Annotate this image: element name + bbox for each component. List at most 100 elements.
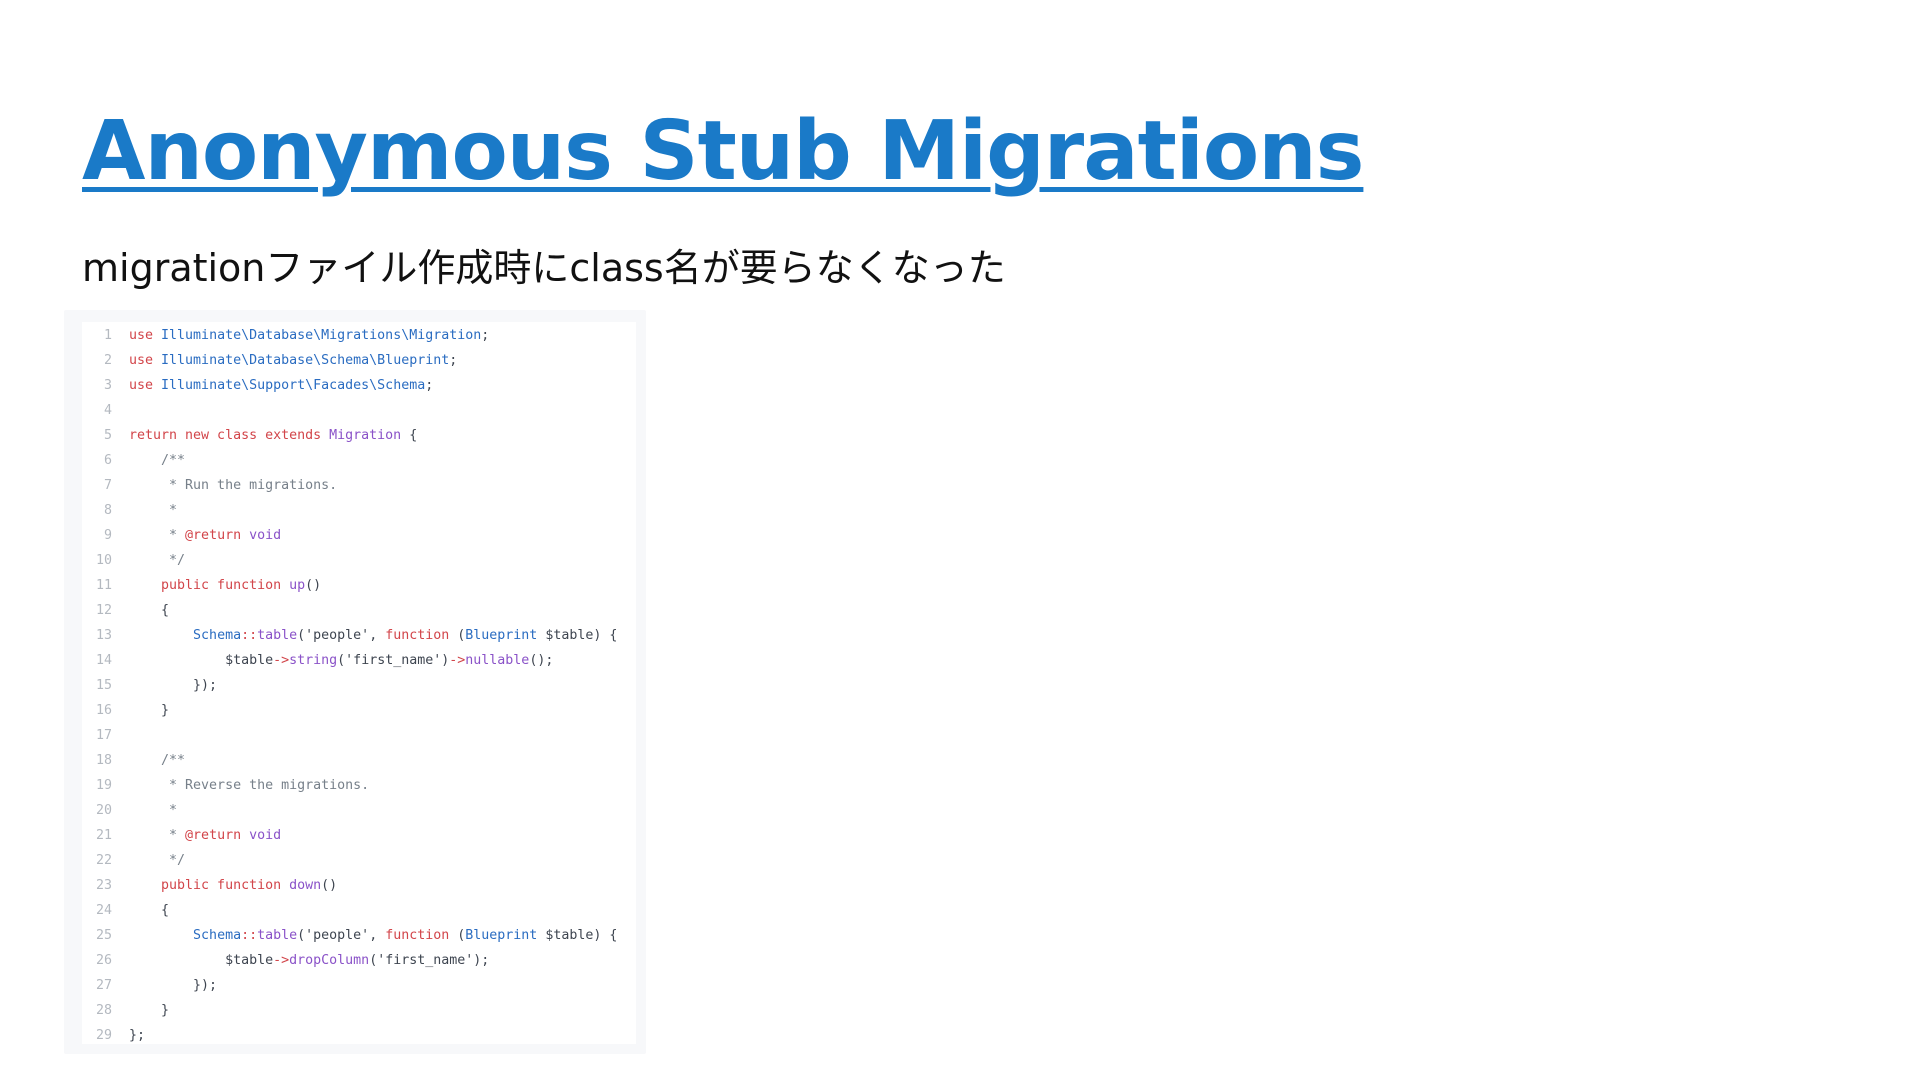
code-token: void bbox=[241, 828, 282, 843]
code-token: () bbox=[305, 578, 322, 593]
code-token: $table bbox=[129, 953, 274, 968]
code-line: 6 /** bbox=[82, 448, 636, 473]
code-text: }); bbox=[129, 978, 217, 993]
code-line: 19 * Reverse the migrations. bbox=[82, 773, 636, 798]
code-token: } bbox=[129, 703, 170, 718]
code-token: () bbox=[321, 878, 338, 893]
line-number: 28 bbox=[95, 1003, 112, 1018]
code-token: ; bbox=[425, 378, 434, 393]
code-text: * Reverse the migrations. bbox=[129, 778, 369, 793]
code-line: 23 public function down() bbox=[82, 873, 636, 898]
code-token: nullable bbox=[465, 653, 530, 668]
code-line: 13 Schema::table('people', function (Blu… bbox=[82, 623, 636, 648]
code-text: use Illuminate\Support\Facades\Schema; bbox=[129, 378, 433, 393]
code-token: -> bbox=[273, 953, 290, 968]
code-token: use bbox=[129, 328, 162, 343]
slide-title[interactable]: Anonymous Stub Migrations bbox=[82, 102, 1364, 202]
code-token: Illuminate\Support\Facades\Schema bbox=[161, 378, 426, 393]
code-token: $table bbox=[129, 653, 274, 668]
line-number: 22 bbox=[95, 853, 112, 868]
code-text: /** bbox=[129, 453, 185, 468]
line-number: 12 bbox=[95, 603, 112, 618]
code-line: 3 use Illuminate\Support\Facades\Schema; bbox=[82, 373, 636, 398]
code-text: * bbox=[129, 803, 177, 818]
code-text: }; bbox=[129, 1028, 145, 1043]
line-number: 25 bbox=[95, 928, 112, 943]
code-text: use Illuminate\Database\Schema\Blueprint… bbox=[129, 353, 457, 368]
code-token: @return bbox=[185, 828, 242, 843]
code-block: 1 use Illuminate\Database\Migrations\Migr… bbox=[82, 322, 636, 1044]
code-token: $table) { bbox=[537, 628, 618, 643]
code-token: ('people', bbox=[297, 628, 386, 643]
code-token: Illuminate\Database\Schema\Blueprint bbox=[161, 353, 450, 368]
code-token: ('first_name') bbox=[337, 653, 450, 668]
code-text: */ bbox=[129, 853, 185, 868]
code-text: Schema::table('people', function (Bluepr… bbox=[129, 628, 617, 643]
code-token: Blueprint bbox=[465, 928, 538, 943]
code-line: 22 */ bbox=[82, 848, 636, 873]
code-token: ( bbox=[449, 628, 466, 643]
code-text: * @return void bbox=[129, 528, 281, 543]
code-line: 2 use Illuminate\Database\Schema\Blueprin… bbox=[82, 348, 636, 373]
code-screenshot: 1 use Illuminate\Database\Migrations\Migr… bbox=[64, 310, 646, 1054]
code-line: 1 use Illuminate\Database\Migrations\Migr… bbox=[82, 323, 636, 348]
line-number: 29 bbox=[95, 1028, 112, 1043]
code-token: :: bbox=[241, 928, 258, 943]
code-text: * @return void bbox=[129, 828, 281, 843]
code-token: -> bbox=[449, 653, 466, 668]
code-line: 9 * @return void bbox=[82, 523, 636, 548]
code-token: Schema bbox=[193, 628, 242, 643]
code-line: 4 bbox=[82, 398, 636, 423]
line-number: 21 bbox=[95, 828, 112, 843]
code-token: table bbox=[257, 628, 298, 643]
line-number: 5 bbox=[103, 428, 112, 443]
code-token: ('people', bbox=[297, 928, 386, 943]
code-line: 14 $table->string('first_name')->nullabl… bbox=[82, 648, 636, 673]
line-number: 17 bbox=[95, 728, 112, 743]
code-line: 26 $table->dropColumn('first_name'); bbox=[82, 948, 636, 973]
code-token: public function bbox=[129, 578, 290, 593]
code-line: 8 * bbox=[82, 498, 636, 523]
code-token: Blueprint bbox=[465, 628, 538, 643]
code-line: 17 bbox=[82, 723, 636, 748]
code-token: return new class extends bbox=[129, 428, 330, 443]
code-token: ('first_name'); bbox=[369, 953, 490, 968]
code-token: down bbox=[289, 878, 322, 893]
code-text: * Run the migrations. bbox=[129, 478, 337, 493]
code-line: 21 * @return void bbox=[82, 823, 636, 848]
line-number: 4 bbox=[103, 403, 112, 418]
code-token: } bbox=[129, 1003, 170, 1018]
code-token: /** bbox=[129, 753, 186, 768]
code-line: 11 public function up() bbox=[82, 573, 636, 598]
code-line: 27 }); bbox=[82, 973, 636, 998]
code-text: { bbox=[129, 903, 169, 918]
code-token: (); bbox=[529, 653, 554, 668]
code-token: { bbox=[129, 903, 170, 918]
code-text: }); bbox=[129, 678, 217, 693]
line-number: 11 bbox=[95, 578, 112, 593]
line-number: 14 bbox=[95, 653, 112, 668]
code-token: public function bbox=[129, 878, 290, 893]
line-number: 18 bbox=[95, 753, 112, 768]
line-number: 9 bbox=[103, 528, 112, 543]
code-token: }; bbox=[129, 1028, 146, 1043]
line-number: 23 bbox=[95, 878, 112, 893]
line-number: 7 bbox=[103, 478, 112, 493]
code-line: 15 }); bbox=[82, 673, 636, 698]
code-token: use bbox=[129, 378, 162, 393]
line-number: 24 bbox=[95, 903, 112, 918]
code-text: public function up() bbox=[129, 578, 321, 593]
code-token: function bbox=[385, 628, 450, 643]
code-text: $table->dropColumn('first_name'); bbox=[129, 953, 489, 968]
code-text: $table->string('first_name')->nullable()… bbox=[129, 653, 553, 668]
code-token: Illuminate\Database\Migrations\Migration bbox=[161, 328, 482, 343]
code-token: */ bbox=[129, 853, 186, 868]
code-line: 12 { bbox=[82, 598, 636, 623]
line-number: 27 bbox=[95, 978, 112, 993]
code-token: { bbox=[401, 428, 418, 443]
code-line: 16 } bbox=[82, 698, 636, 723]
code-line: 25 Schema::table('people', function (Blu… bbox=[82, 923, 636, 948]
code-token: }); bbox=[129, 678, 218, 693]
line-number: 3 bbox=[103, 378, 112, 393]
